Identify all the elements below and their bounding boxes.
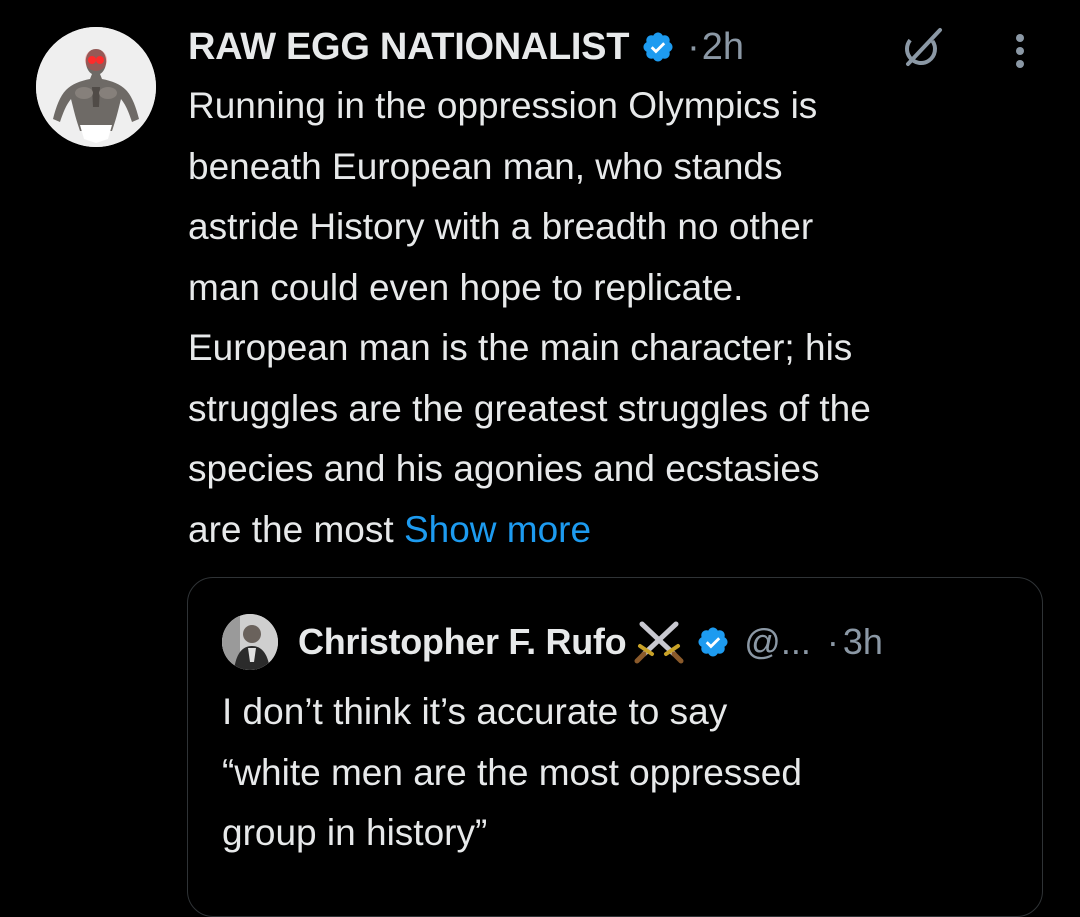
tweet-text-line: Running in the oppression Olympics is (188, 85, 818, 126)
quoted-text-line: I don’t think it’s accurate to say (222, 691, 728, 732)
more-options-icon[interactable] (1008, 28, 1032, 74)
verified-badge-icon[interactable] (696, 625, 730, 659)
author-display-name[interactable]: RAW EGG NATIONALIST (188, 26, 629, 69)
tweet-text-line: struggles are the greatest struggles of … (188, 387, 871, 429)
header-separator: · (687, 25, 700, 68)
quoted-author-display-name[interactable]: Christopher F. Rufo (298, 621, 627, 663)
tweet-text-line: are the most (188, 508, 404, 550)
quoted-author-avatar[interactable] (222, 614, 278, 670)
grok-icon[interactable] (900, 24, 946, 70)
tweet-text-line: European man is the main character; his (188, 327, 853, 368)
quoted-text-line: “white men are the most oppressed (222, 751, 802, 793)
tweet-text-line: beneath European man, who stands (188, 145, 783, 187)
tweet-header: RAW EGG NATIONALIST · 2h (188, 22, 744, 72)
crossed-swords-icon (632, 620, 686, 664)
quoted-tweet-header: Christopher F. Rufo @... · 3h (222, 614, 883, 670)
tweet-body: Running in the oppression Olympics is ben… (188, 76, 1068, 560)
quoted-tweet-timestamp[interactable]: 3h (843, 621, 883, 663)
tweet-text-line: species and his agonies and ecstasies (188, 448, 820, 489)
quoted-author-handle[interactable]: @... (744, 621, 811, 663)
show-more-link[interactable]: Show more (404, 509, 591, 550)
quoted-avatar-image (222, 614, 278, 670)
quoted-tweet-card[interactable]: Christopher F. Rufo @... · 3h I don’t th… (187, 577, 1043, 917)
tweet-text-line: astride History with a breadth no other (188, 206, 814, 247)
tweet-timestamp[interactable]: 2h (702, 26, 744, 69)
quoted-text-line: group in history” (222, 812, 488, 853)
quoted-header-separator: · (826, 621, 839, 662)
verified-badge-icon[interactable] (641, 30, 675, 64)
quoted-tweet-body: I don’t think it’s accurate to say “white… (222, 682, 1022, 864)
bodybuilder-avatar-image (36, 27, 156, 147)
tweet-text-line: man could even hope to replicate. (188, 266, 744, 308)
author-avatar[interactable] (36, 27, 156, 147)
